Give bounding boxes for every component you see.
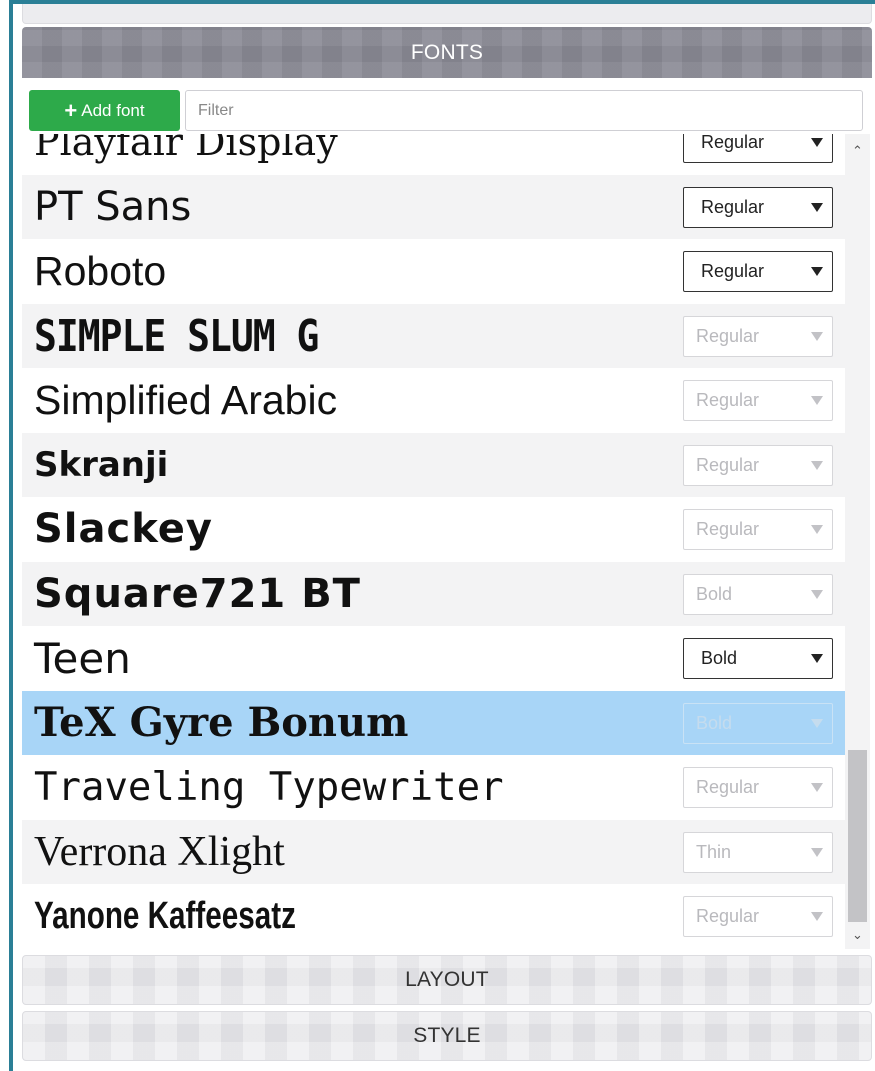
filter-input[interactable] (185, 90, 863, 131)
style-section-title: STYLE (413, 1024, 481, 1047)
font-row-pt-sans[interactable]: PT Sans Regular (22, 174, 845, 239)
add-font-label: Add font (81, 100, 145, 120)
weight-select: Regular (683, 315, 833, 357)
fonts-section-title: FONTS (410, 40, 484, 64)
weight-select: Regular (683, 767, 833, 808)
weight-value: Regular (696, 519, 760, 539)
font-name: Simplified Arabic (34, 376, 338, 423)
caret-down-icon (811, 460, 823, 470)
weight-value: Bold (696, 712, 733, 733)
font-name: Verrona Xlight (34, 828, 285, 875)
font-name: Slackey (34, 506, 213, 553)
add-font-button[interactable]: + Add font (29, 90, 180, 131)
font-name: Teen (34, 633, 131, 683)
font-name: Traveling Typewriter (34, 764, 504, 810)
weight-value: Regular (696, 325, 760, 346)
font-name: PT Sans (34, 183, 192, 230)
fonts-section-header[interactable]: FONTS (22, 27, 872, 78)
font-list: Playfair Display Regular PT Sans Regular… (22, 134, 872, 949)
weight-value: Regular (701, 261, 765, 281)
weight-select: Regular (683, 380, 833, 421)
caret-down-icon (811, 589, 823, 599)
font-row-skranji[interactable]: Skranji Regular (22, 432, 845, 497)
font-row-verrona-xlight[interactable]: Verrona Xlight Thin (22, 819, 845, 884)
chevron-up-icon[interactable]: ⌃ (845, 140, 870, 162)
weight-select[interactable]: Regular (683, 134, 833, 163)
weight-value: Regular (696, 390, 760, 410)
weight-select[interactable]: Regular (683, 186, 833, 228)
font-name: SIMPLE SLUM G (34, 310, 319, 362)
weight-select: Thin (683, 831, 833, 873)
chevron-down-icon[interactable]: ⌄ (845, 924, 870, 946)
weight-select: Regular (683, 444, 833, 486)
caret-down-icon (811, 783, 823, 792)
previous-section-edge (22, 4, 872, 24)
weight-value: Regular (701, 134, 765, 152)
font-name: TeX Gyre Bonum (34, 699, 409, 747)
font-row-yanone-kaffeesatz[interactable]: Yanone Kaffeesatz Regular (22, 884, 845, 949)
style-section-header[interactable]: STYLE (22, 1011, 872, 1061)
weight-value: Thin (696, 841, 732, 862)
fonts-toolbar: + Add font (22, 86, 872, 134)
caret-down-icon (811, 654, 823, 663)
weight-select: Bold (683, 702, 833, 744)
font-row-traveling-typewriter[interactable]: Traveling Typewriter Regular (22, 755, 845, 820)
weight-value: Regular (701, 196, 765, 217)
weight-select: Regular (683, 509, 833, 550)
caret-down-icon (811, 525, 823, 534)
font-row-teen[interactable]: Teen Bold (22, 626, 845, 691)
plus-icon: + (64, 97, 78, 123)
caret-down-icon (811, 912, 823, 921)
font-row-square721-bt[interactable]: Square721 BT Bold (22, 561, 845, 626)
font-row-simple-slum-g[interactable]: SIMPLE SLUM G Regular (22, 303, 845, 368)
list-scrollbar[interactable]: ⌃ ⌄ (845, 134, 870, 949)
weight-value: Regular (696, 777, 760, 797)
scrollbar-thumb[interactable] (848, 750, 867, 922)
font-list-rows: Playfair Display Regular PT Sans Regular… (22, 134, 845, 949)
weight-select: Bold (683, 573, 833, 615)
weight-select[interactable]: Regular (683, 251, 833, 292)
caret-down-icon (811, 267, 823, 276)
font-row-slackey[interactable]: Slackey Regular (22, 497, 845, 562)
font-row-roboto[interactable]: Roboto Regular (22, 239, 845, 304)
font-row-tex-gyre-bonum[interactable]: TeX Gyre Bonum Bold (22, 690, 845, 755)
caret-down-icon (811, 396, 823, 405)
font-name: Yanone Kaffeesatz (34, 894, 296, 937)
caret-down-icon (811, 718, 823, 728)
font-row-playfair-display[interactable]: Playfair Display Regular (22, 134, 845, 175)
font-name: Square721 BT (34, 570, 361, 617)
weight-value: Regular (696, 454, 760, 475)
weight-select[interactable]: Bold (683, 638, 833, 679)
caret-down-icon (811, 138, 823, 147)
caret-down-icon (811, 847, 823, 857)
font-name: Roboto (34, 247, 167, 294)
font-row-simplified-arabic[interactable]: Simplified Arabic Regular (22, 368, 845, 433)
weight-value: Bold (696, 583, 733, 604)
weight-select: Regular (683, 896, 833, 937)
font-name: Skranji (34, 444, 169, 485)
weight-value: Bold (701, 648, 738, 668)
caret-down-icon (811, 331, 823, 341)
layout-section-header[interactable]: LAYOUT (22, 955, 872, 1005)
font-name: Playfair Display (34, 134, 338, 165)
layout-section-title: LAYOUT (405, 968, 489, 991)
caret-down-icon (811, 202, 823, 212)
weight-value: Regular (696, 906, 760, 926)
